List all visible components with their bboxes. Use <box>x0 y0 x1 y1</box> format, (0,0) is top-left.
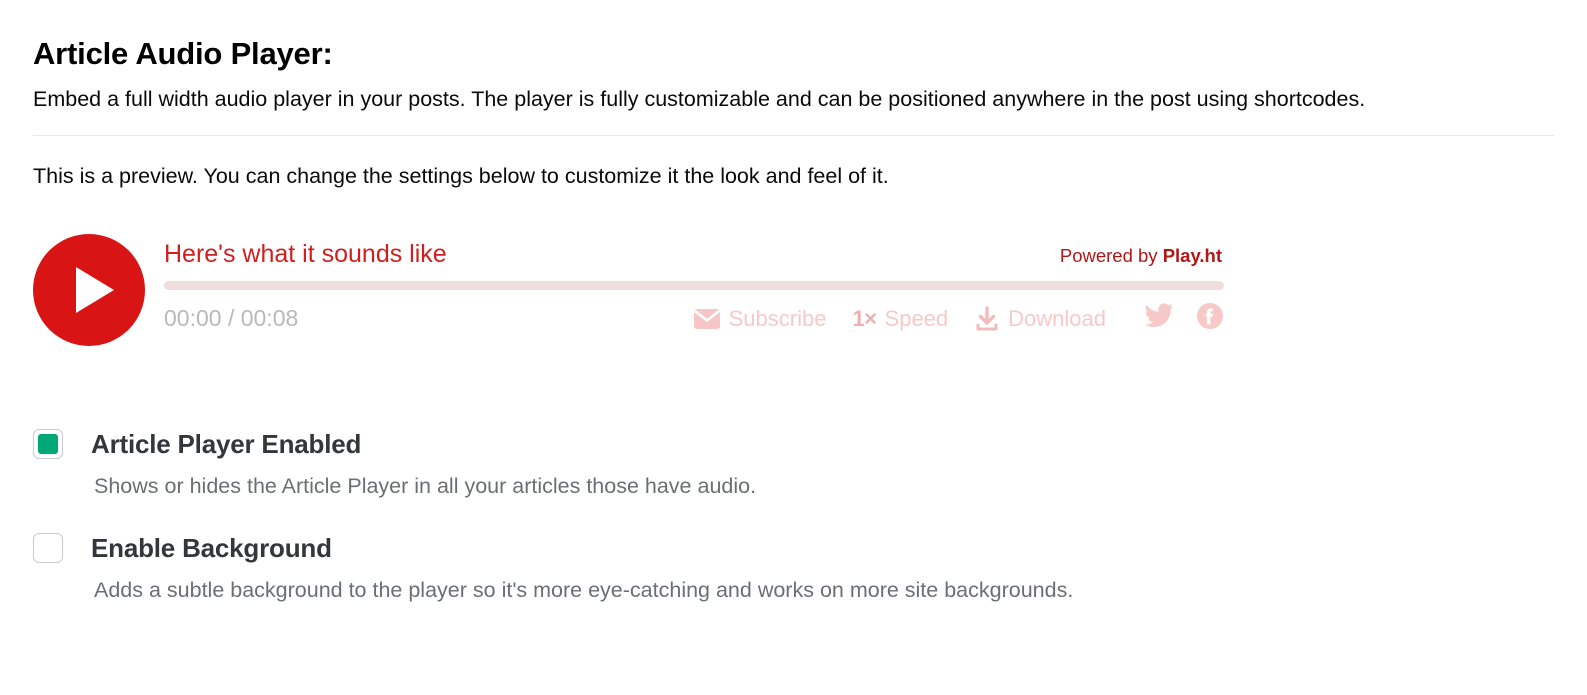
speed-button[interactable]: 1× Speed <box>852 306 948 332</box>
envelope-icon <box>693 308 721 330</box>
play-icon <box>76 267 114 313</box>
play-button[interactable] <box>33 234 145 346</box>
subscribe-button[interactable]: Subscribe <box>693 306 827 332</box>
setting-head: Article Player Enabled <box>33 429 1554 460</box>
enable-background-label[interactable]: Enable Background <box>91 533 332 564</box>
powered-by-prefix: Powered by <box>1060 245 1163 266</box>
progress-bar[interactable] <box>164 281 1224 290</box>
setting-head: Enable Background <box>33 533 1554 564</box>
setting-enable-background: Enable Background Adds a subtle backgrou… <box>33 533 1554 603</box>
twitter-icon[interactable] <box>1144 303 1174 334</box>
time-display: 00:00 / 00:08 <box>164 305 298 332</box>
preview-note: This is a preview. You can change the se… <box>33 136 1554 191</box>
download-button[interactable]: Download <box>974 306 1106 332</box>
settings-list: Article Player Enabled Shows or hides th… <box>33 429 1554 603</box>
social-share-group <box>1144 302 1224 335</box>
track-title: Here's what it sounds like <box>164 241 447 269</box>
speed-label: Speed <box>885 306 949 332</box>
player-top-row: Here's what it sounds like Powered by Pl… <box>164 241 1224 269</box>
powered-by-brand: Play.ht <box>1163 245 1222 266</box>
player-body: Here's what it sounds like Powered by Pl… <box>164 231 1554 336</box>
checkbox-fill-icon <box>38 434 58 454</box>
facebook-icon[interactable] <box>1196 302 1224 335</box>
article-player-enabled-label[interactable]: Article Player Enabled <box>91 429 361 460</box>
page-description: Embed a full width audio player in your … <box>33 72 1554 114</box>
enable-background-description: Adds a subtle background to the player s… <box>94 578 1554 603</box>
settings-page: Article Audio Player: Embed a full width… <box>0 0 1587 695</box>
download-icon <box>974 306 1000 332</box>
article-player-enabled-checkbox[interactable] <box>33 429 63 459</box>
speed-multiplier: 1× <box>852 306 876 332</box>
player-bottom-row: 00:00 / 00:08 Subscribe 1× Sp <box>164 302 1224 335</box>
player-controls: Subscribe 1× Speed <box>693 302 1224 335</box>
setting-article-player-enabled: Article Player Enabled Shows or hides th… <box>33 429 1554 499</box>
enable-background-checkbox[interactable] <box>33 533 63 563</box>
subscribe-label: Subscribe <box>729 306 827 332</box>
download-label: Download <box>1008 306 1106 332</box>
page-title: Article Audio Player: <box>33 0 1554 72</box>
powered-by: Powered by Play.ht <box>1060 245 1224 267</box>
article-player-enabled-description: Shows or hides the Article Player in all… <box>94 474 1554 499</box>
audio-player: Here's what it sounds like Powered by Pl… <box>33 231 1554 361</box>
